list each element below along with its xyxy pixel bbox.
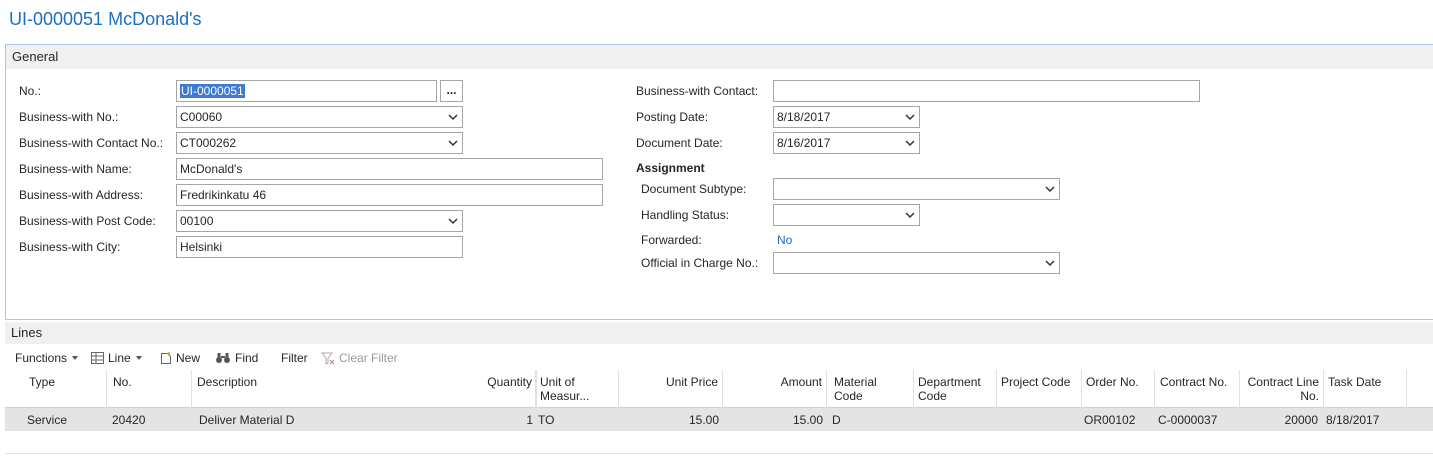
cell-contract-line[interactable]: 20000 <box>1238 408 1322 431</box>
col-department-line2: Code <box>918 389 947 403</box>
doc-subtype-label: Document Subtype: <box>641 182 747 196</box>
functions-menu[interactable]: Functions <box>15 351 79 365</box>
no-assist-button[interactable]: ... <box>440 80 463 102</box>
contact-no-field[interactable]: CT000262 <box>176 132 463 154</box>
doc-subtype-field[interactable] <box>773 178 1060 200</box>
col-project[interactable]: Project Code <box>997 370 1082 408</box>
cell-project[interactable] <box>997 408 1082 431</box>
posting-date-label: Posting Date: <box>636 110 709 124</box>
city-field[interactable]: Helsinki <box>176 236 463 258</box>
col-contract[interactable]: Contract No. <box>1156 370 1240 408</box>
contact-no-label: Business-with Contact No.: <box>19 136 164 150</box>
filter-button[interactable]: Filter <box>281 351 308 365</box>
grid-bottom-divider <box>5 453 1433 454</box>
clear-filter-button[interactable]: Clear Filter <box>321 351 398 365</box>
cell-no[interactable]: 20420 <box>108 408 192 431</box>
clear-filter-icon <box>321 352 335 365</box>
new-button[interactable]: New <box>160 351 200 365</box>
cell-material[interactable]: D <box>828 408 912 431</box>
lines-header[interactable]: Lines <box>5 322 1433 344</box>
col-unit[interactable]: Unit of Measur... <box>536 370 619 408</box>
document-date-label: Document Date: <box>636 136 723 150</box>
no-label: No.: <box>19 84 42 98</box>
col-contract-line-line2: No. <box>1300 389 1319 403</box>
lines-grid: Type No. Description Quantity Unit of Me… <box>5 370 1433 431</box>
chevron-down-icon <box>448 218 458 225</box>
new-document-icon <box>161 351 171 364</box>
posting-date-field[interactable]: 8/18/2017 <box>773 106 920 128</box>
cell-department[interactable] <box>914 408 997 431</box>
col-unit-line1: Unit of <box>540 375 575 389</box>
table-row[interactable]: Service 20420 Deliver Material D 1 TO 15… <box>5 408 1433 431</box>
col-unit-line2: Measur... <box>540 389 590 403</box>
line-menu[interactable]: Line <box>91 351 143 365</box>
find-button[interactable]: Find <box>215 351 258 365</box>
post-code-label: Business-with Post Code: <box>19 214 156 228</box>
chevron-down-icon <box>905 140 915 147</box>
col-unit-price[interactable]: Unit Price <box>619 370 723 408</box>
cell-order[interactable]: OR00102 <box>1080 408 1154 431</box>
forwarded-label: Forwarded: <box>641 233 702 247</box>
city-label: Business-with City: <box>19 240 121 254</box>
general-header[interactable]: General <box>6 45 1433 69</box>
grid-header: Type No. Description Quantity Unit of Me… <box>5 370 1433 408</box>
no-field[interactable]: UI-0000051 <box>176 80 437 102</box>
cell-unit[interactable]: TO <box>534 408 618 431</box>
business-no-label: Business-with No.: <box>19 110 119 124</box>
col-task-date[interactable]: Task Date <box>1324 370 1407 408</box>
cell-type[interactable]: Service <box>23 408 107 431</box>
col-amount[interactable]: Amount <box>723 370 827 408</box>
document-date-field[interactable]: 8/16/2017 <box>773 132 920 154</box>
cell-description[interactable]: Deliver Material D <box>195 408 455 431</box>
cell-unit-price[interactable]: 15.00 <box>619 408 723 431</box>
binoculars-icon <box>216 353 230 363</box>
col-order[interactable]: Order No. <box>1082 370 1155 408</box>
chevron-down-icon <box>1045 260 1055 267</box>
contact-field[interactable] <box>773 80 1200 102</box>
forwarded-value[interactable]: No <box>777 233 792 247</box>
col-quantity[interactable]: Quantity <box>457 370 537 408</box>
address-field[interactable]: Fredrikinkatu 46 <box>176 184 603 206</box>
assignment-group-label: Assignment <box>636 161 705 175</box>
general-fasttab: General No.: UI-0000051 ... Business-wit… <box>5 44 1433 320</box>
chevron-down-icon <box>448 140 458 147</box>
col-contract-line[interactable]: Contract Line No. <box>1240 370 1324 408</box>
chevron-down-icon <box>905 212 915 219</box>
name-field[interactable]: McDonald's <box>176 158 603 180</box>
col-material-line2: Code <box>834 389 863 403</box>
col-material[interactable]: Material Code <box>830 370 914 408</box>
address-label: Business-with Address: <box>19 188 144 202</box>
caret-down-icon <box>72 356 79 360</box>
caret-down-icon <box>135 356 142 360</box>
chevron-down-icon <box>905 114 915 121</box>
col-contract-line-line1: Contract Line <box>1247 375 1319 389</box>
contact-label: Business-with Contact: <box>636 84 759 98</box>
col-no[interactable]: No. <box>109 370 192 408</box>
page-title: UI-0000051 McDonald's <box>9 9 202 29</box>
business-no-field[interactable]: C00060 <box>176 106 463 128</box>
lines-toolbar: Functions Line New Find Filter Clear Fil… <box>5 346 1433 370</box>
cell-task-date[interactable]: 8/18/2017 <box>1322 408 1406 431</box>
chevron-down-icon <box>448 114 458 121</box>
official-field[interactable] <box>773 252 1060 274</box>
official-label: Official in Charge No.: <box>641 256 759 270</box>
cell-contract[interactable]: C-0000037 <box>1154 408 1238 431</box>
chevron-down-icon <box>1045 186 1055 193</box>
name-label: Business-with Name: <box>19 162 132 176</box>
grid-icon <box>91 352 104 364</box>
col-department-line1: Department <box>918 375 981 389</box>
post-code-field[interactable]: 00100 <box>176 210 463 232</box>
handling-status-field[interactable] <box>773 204 920 226</box>
cell-amount[interactable]: 15.00 <box>723 408 827 431</box>
col-type[interactable]: Type <box>25 370 107 408</box>
cell-quantity[interactable]: 1 <box>457 408 537 431</box>
handling-status-label: Handling Status: <box>641 208 730 222</box>
col-department[interactable]: Department Code <box>914 370 997 408</box>
col-material-line1: Material <box>834 375 877 389</box>
